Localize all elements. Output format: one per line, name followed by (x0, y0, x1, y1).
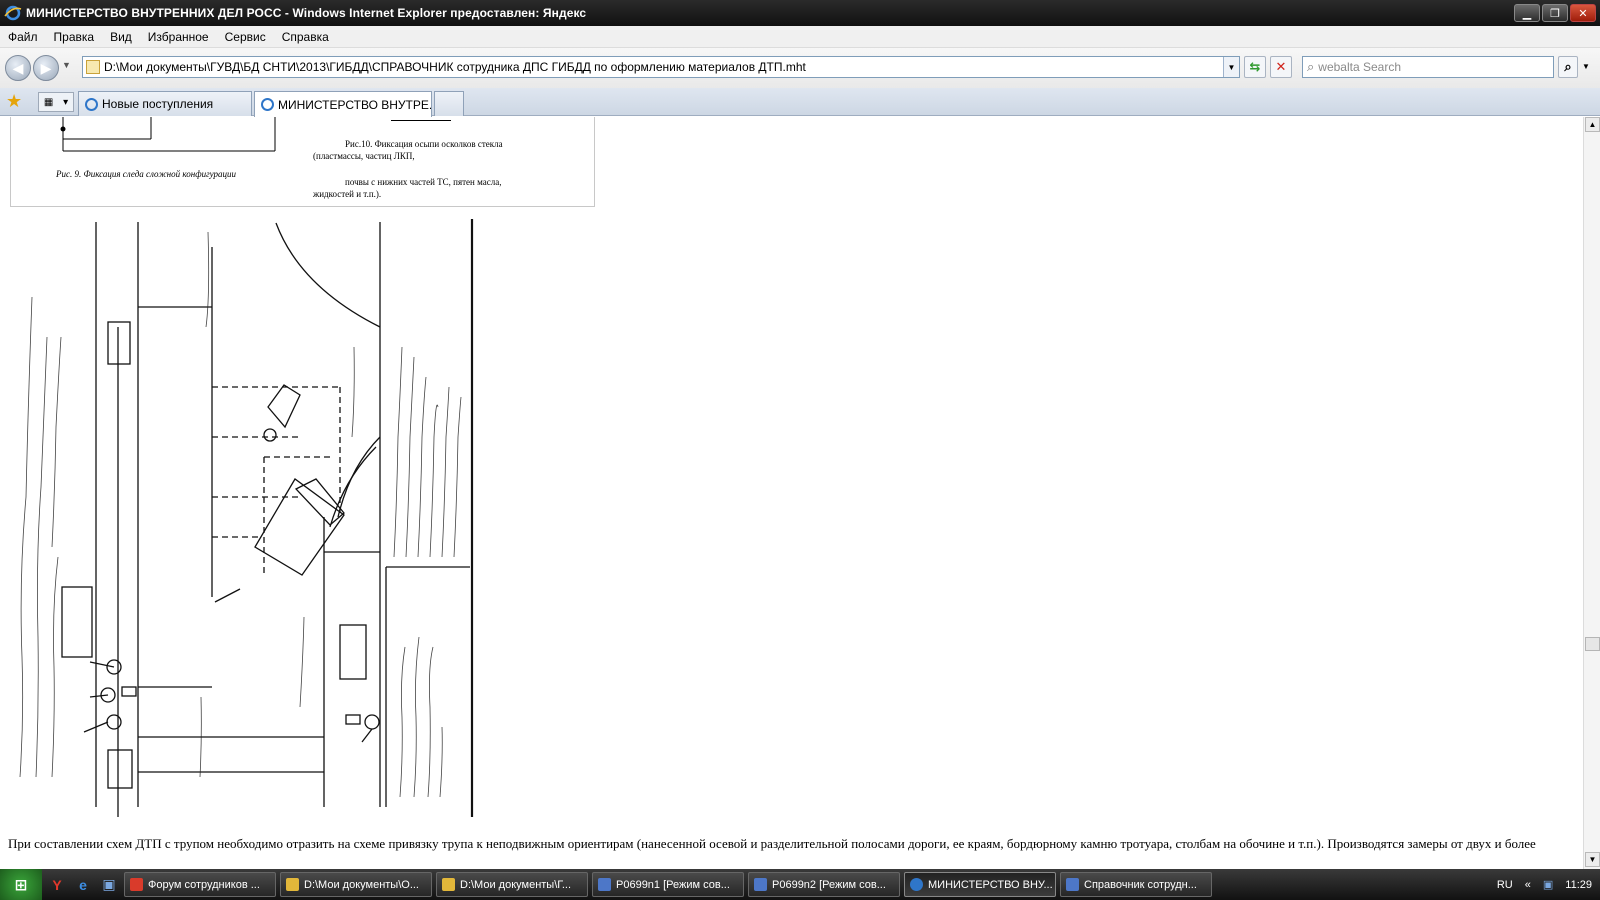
back-button[interactable]: ◀ (5, 55, 31, 81)
navigation-bar: ◀ ▶ ▼ D:\Мои документы\ГУВД\БД СНТИ\2013… (0, 48, 1600, 88)
system-tray: RU « ▣ 11:29 (1497, 869, 1600, 900)
forward-button[interactable]: ▶ (33, 55, 59, 81)
menu-file[interactable]: Файл (0, 30, 46, 44)
folder-icon (286, 878, 299, 891)
fig10-caption-2: (пластмассы, частиц ЛКП, (313, 151, 415, 161)
fig10-caption-1: Рис.10. Фиксация осыпи осколков стекла (345, 139, 503, 149)
ie-logo-icon (4, 5, 22, 21)
vertical-scrollbar[interactable]: ▲ ▼ (1583, 117, 1600, 869)
search-options-icon[interactable]: ▼ (1582, 62, 1590, 71)
minimize-button[interactable]: ▁ (1514, 4, 1540, 22)
ie-quicklaunch-icon[interactable]: e (72, 875, 94, 895)
document-icon (598, 878, 611, 891)
title-bar: МИНИСТЕРСТВО ВНУТРЕННИХ ДЕЛ РОСС - Windo… (0, 0, 1600, 26)
fig9-caption: Рис. 9. Фиксация следа сложной конфигура… (56, 169, 237, 179)
scroll-thumb[interactable] (1585, 637, 1600, 651)
fig10-drawing-line (391, 117, 451, 121)
tab-label: Новые поступления (102, 97, 214, 111)
quick-tabs-button[interactable]: ▦ ▾ (38, 92, 74, 112)
folder-icon (442, 878, 455, 891)
task-label: P0699n2 [Режим сов... (772, 878, 886, 891)
figure-box: Рис.10. Фиксация осыпи осколков стекла (… (10, 117, 595, 207)
menu-favorites[interactable]: Избранное (140, 30, 217, 44)
history-dropdown-icon[interactable]: ▼ (62, 60, 71, 70)
chevron-down-icon: ▾ (63, 96, 69, 108)
tab-bar: ★ ▦ ▾ Новые поступления МИНИСТЕРСТВО ВНУ… (0, 88, 1600, 117)
page-icon (86, 60, 100, 74)
taskbar: ⊞ Y e ▣ Форум сотрудников ... D:\Мои док… (0, 869, 1600, 900)
taskbar-item-folder-1[interactable]: D:\Мои документы\О... (280, 872, 432, 897)
yandex-quicklaunch-icon[interactable]: Y (46, 875, 68, 895)
page-content: Рис.10. Фиксация осыпи осколков стекла (… (0, 117, 1583, 869)
task-label: P0699n1 [Режим сов... (616, 878, 730, 891)
language-indicator[interactable]: RU (1497, 879, 1513, 891)
taskbar-item-p0699n2[interactable]: P0699n2 [Режим сов... (748, 872, 900, 897)
search-icon: ⌕ (1307, 59, 1315, 74)
tab-new-arrivals[interactable]: Новые поступления (78, 91, 252, 116)
search-input[interactable]: webalta Search (1318, 60, 1401, 74)
taskbar-item-p0699n1[interactable]: P0699n1 [Режим сов... (592, 872, 744, 897)
body-paragraph: При составлении схем ДТП с трупом необхо… (8, 836, 1536, 851)
windows-logo-icon: ⊞ (14, 876, 28, 894)
task-label: Справочник сотрудн... (1084, 878, 1197, 891)
task-label: Форум сотрудников ... (148, 878, 260, 891)
address-dropdown-icon[interactable]: ▼ (1223, 57, 1239, 77)
refresh-button[interactable]: ⇆ (1244, 56, 1266, 78)
taskbar-item-handbook[interactable]: Справочник сотрудн... (1060, 872, 1212, 897)
scroll-up-icon[interactable]: ▲ (1585, 117, 1600, 132)
menu-view[interactable]: Вид (102, 30, 140, 44)
close-button[interactable]: ✕ (1570, 4, 1596, 22)
fig10-caption-4: жидкостей и т.п.). (313, 189, 382, 199)
word-icon (1066, 878, 1079, 891)
tray-expand-icon[interactable]: « (1525, 879, 1531, 891)
search-box[interactable]: ⌕ webalta Search (1302, 56, 1554, 78)
task-label: D:\Мои документы\Г... (460, 878, 572, 891)
window-controls: ▁ ❐ ✕ (1514, 4, 1596, 22)
accident-scheme-image (19, 219, 474, 817)
ie-tab-icon (261, 98, 274, 111)
show-desktop-icon[interactable]: ▣ (98, 875, 120, 895)
address-input[interactable]: D:\Мои документы\ГУВД\БД СНТИ\2013\ГИБДД… (104, 60, 1223, 74)
taskbar-item-forum[interactable]: Форум сотрудников ... (124, 872, 276, 897)
window-title: МИНИСТЕРСТВО ВНУТРЕННИХ ДЕЛ РОСС - Windo… (26, 6, 587, 20)
menu-tools[interactable]: Сервис (217, 30, 274, 44)
task-label: D:\Мои документы\О... (304, 878, 419, 891)
yandex-icon (130, 878, 143, 891)
task-label: МИНИСТЕРСТВО ВНУ... (928, 878, 1053, 891)
stop-button[interactable]: ✕ (1270, 56, 1292, 78)
favorites-star-icon[interactable]: ★ (6, 91, 22, 112)
address-bar[interactable]: D:\Мои документы\ГУВД\БД СНТИ\2013\ГИБДД… (82, 56, 1240, 78)
ie-tab-icon (85, 97, 98, 111)
network-icon[interactable]: ▣ (1543, 878, 1553, 891)
taskbar-item-folder-2[interactable]: D:\Мои документы\Г... (436, 872, 588, 897)
clock[interactable]: 11:29 (1565, 879, 1592, 891)
tab-label: МИНИСТЕРСТВО ВНУТРЕ... (278, 97, 432, 112)
document-icon (754, 878, 767, 891)
start-button[interactable]: ⊞ (0, 869, 42, 900)
new-tab-button[interactable] (434, 91, 464, 116)
menu-help[interactable]: Справка (274, 30, 337, 44)
restore-button[interactable]: ❐ (1542, 4, 1568, 22)
scroll-down-icon[interactable]: ▼ (1585, 852, 1600, 867)
search-go-button[interactable]: ⌕ (1558, 56, 1578, 78)
ie-icon (910, 878, 923, 891)
grid-icon: ▦ (43, 96, 54, 108)
fig10-caption-3: почвы с нижних частей ТС, пятен масла, (345, 177, 502, 187)
menu-edit[interactable]: Правка (46, 30, 103, 44)
fig9-drawing (60, 117, 276, 152)
menu-bar: Файл Правка Вид Избранное Сервис Справка (0, 26, 1600, 48)
taskbar-item-ministry[interactable]: МИНИСТЕРСТВО ВНУ... (904, 872, 1056, 897)
tab-ministry[interactable]: МИНИСТЕРСТВО ВНУТРЕ... ✕ (254, 91, 432, 117)
